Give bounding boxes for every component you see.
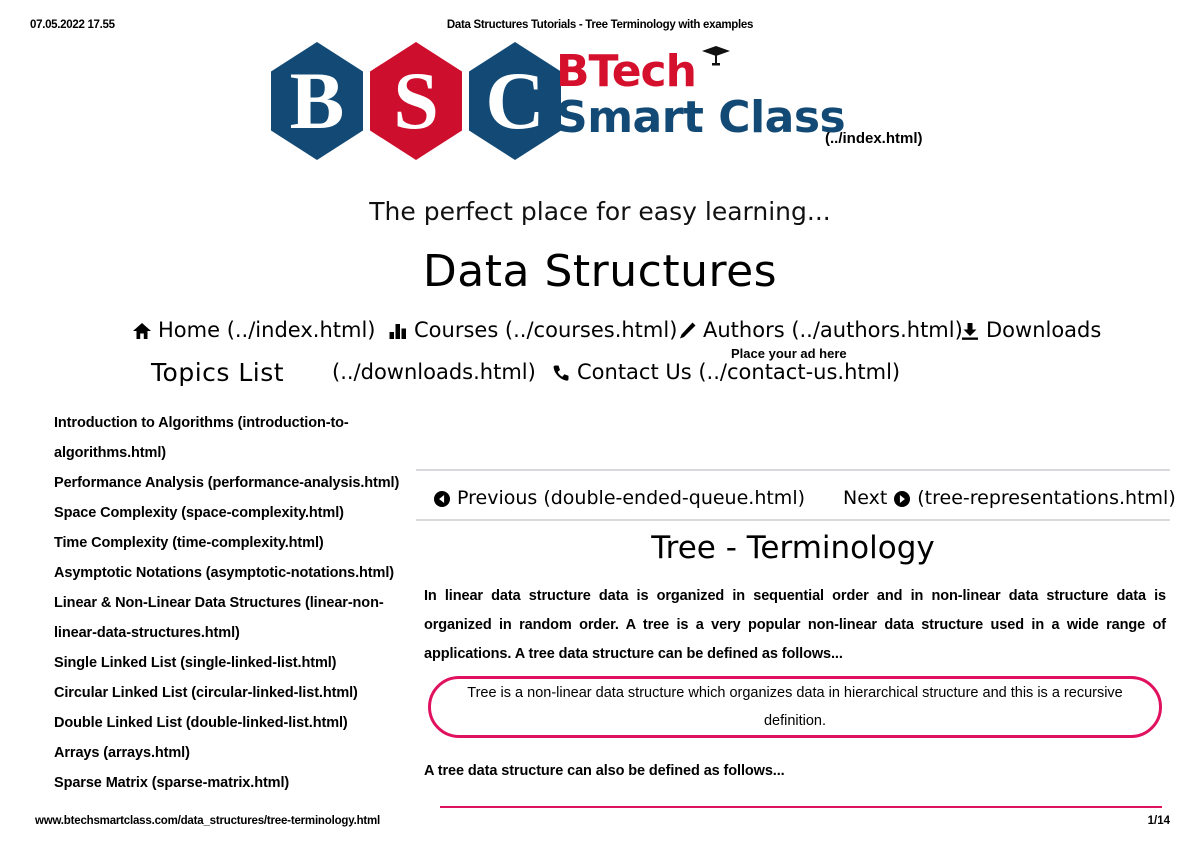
home-icon — [132, 321, 152, 341]
sidebar-item-intro-algorithms-2[interactable]: algorithms.html) — [54, 438, 409, 468]
bar-chart-icon — [388, 321, 408, 341]
logo-btech-text: BTech — [556, 46, 697, 97]
pencil-icon — [677, 321, 697, 341]
nav-label-contact: Contact Us (../contact-us.html) — [577, 360, 901, 384]
callout-line-2: definition. — [763, 713, 827, 729]
divider-bottom — [416, 519, 1170, 521]
hexagon-b-icon: B — [271, 42, 363, 160]
phone-icon — [551, 363, 571, 383]
sidebar-item-double-linked-list[interactable]: Double Linked List (double-linked-list.h… — [54, 708, 409, 738]
hexagon-c-icon: C — [469, 42, 561, 160]
print-header-title: Data Structures Tutorials - Tree Termino… — [446, 19, 754, 31]
sidebar-item-performance-analysis[interactable]: Performance Analysis (performance-analys… — [54, 468, 409, 498]
previous-link[interactable]: Previous (double-ended-queue.html) — [434, 487, 805, 509]
nav-label-authors: Authors (../authors.html) — [703, 318, 963, 342]
next-url: (tree-representations.html) — [917, 487, 1176, 509]
footer-page-number: 1/14 — [1147, 815, 1170, 827]
sidebar-item-asymptotic-notations[interactable]: Asymptotic Notations (asymptotic-notatio… — [54, 558, 409, 588]
sidebar-item-linear-nonlinear-2[interactable]: linear-data-structures.html) — [54, 618, 409, 648]
logo-index-link[interactable]: (../index.html) — [825, 130, 923, 147]
site-logo[interactable]: B S C BTech Smart Class (../index.html) … — [0, 42, 1200, 226]
sidebar-item-circular-linked-list[interactable]: Circular Linked List (circular-linked-li… — [54, 678, 409, 708]
page-title: Data Structures — [422, 246, 778, 297]
sidebar-item-linear-nonlinear-1[interactable]: Linear & Non-Linear Data Structures (lin… — [54, 588, 409, 618]
site-tagline: The perfect place for easy learning... — [369, 197, 831, 226]
nav-label-downloads: Downloads — [986, 318, 1102, 342]
download-icon — [960, 321, 980, 341]
logo-wordmark: BTech Smart Class — [556, 46, 846, 143]
topics-sidebar: Introduction to Algorithms (introduction… — [54, 408, 409, 798]
nav-link-contact[interactable]: Contact Us (../contact-us.html) — [551, 360, 900, 384]
nav-label-courses: Courses (../courses.html) — [414, 318, 678, 342]
sidebar-item-space-complexity[interactable]: Space Complexity (space-complexity.html) — [54, 498, 409, 528]
next-label: Next — [843, 487, 888, 509]
divider-top — [416, 469, 1170, 471]
next-link[interactable]: Next (tree-representations.html) — [843, 487, 1176, 509]
nav-link-courses[interactable]: Courses (../courses.html) — [388, 318, 677, 342]
article-pager: Previous (double-ended-queue.html) Next … — [416, 487, 1176, 515]
previous-label: Previous (double-ended-queue.html) — [457, 487, 806, 509]
hexagon-s-icon: S — [370, 42, 462, 160]
graduation-cap-icon — [702, 44, 732, 66]
sidebar-item-single-linked-list[interactable]: Single Linked List (single-linked-list.h… — [54, 648, 409, 678]
bsc-hexagon-logo: B S C — [271, 42, 561, 160]
footer-url: www.btechsmartclass.com/data_structures/… — [35, 815, 381, 827]
nav-link-home[interactable]: Home (../index.html) — [132, 318, 375, 342]
nav-label-home: Home (../index.html) — [158, 318, 376, 342]
definition-callout-box: Tree is a non-linear data structure whic… — [428, 676, 1162, 738]
sidebar-item-arrays[interactable]: Arrays (arrays.html) — [54, 738, 409, 768]
arrow-right-circle-icon — [894, 491, 911, 507]
article-title: Tree - Terminology — [651, 530, 935, 566]
nav-link-downloads-url[interactable]: (../downloads.html) — [332, 360, 536, 384]
article-paragraph-1: In linear data structure data is organiz… — [424, 588, 1166, 662]
callout-line-1: Tree is a non-linear data structure whic… — [467, 685, 1123, 701]
sidebar-item-time-complexity[interactable]: Time Complexity (time-complexity.html) — [54, 528, 409, 558]
print-header: 07.05.2022 17.55 Data Structures Tutoria… — [0, 19, 1200, 35]
article-paragraph-2: A tree data structure can also be define… — [424, 763, 785, 779]
nav-link-authors[interactable]: Authors (../authors.html) — [677, 318, 963, 342]
pink-divider — [440, 806, 1162, 808]
topics-list-heading: Topics List — [151, 358, 285, 387]
arrow-left-circle-icon — [434, 491, 450, 507]
sidebar-item-intro-algorithms-1[interactable]: Introduction to Algorithms (introduction… — [54, 408, 409, 438]
nav-link-downloads[interactable]: Downloads — [960, 318, 1101, 342]
sidebar-item-sparse-matrix[interactable]: Sparse Matrix (sparse-matrix.html) — [54, 768, 409, 798]
ad-placeholder-text: Place your ad here — [731, 346, 847, 361]
logo-smartclass-text: Smart Class — [556, 92, 846, 143]
